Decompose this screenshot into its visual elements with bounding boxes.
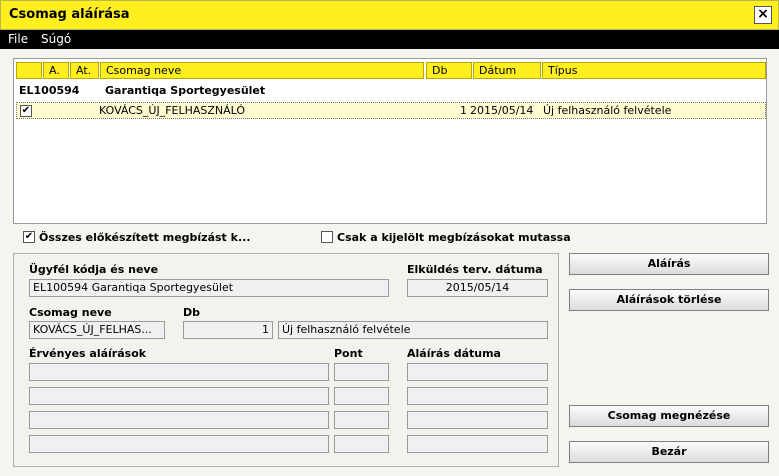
details-panel: Ügyfél kódja és neve EL100594 Garantiqa … <box>13 253 559 467</box>
sign-button[interactable]: Aláírás <box>569 253 769 275</box>
window-title: Csomag aláírása <box>9 7 130 22</box>
signature-field[interactable] <box>29 387 329 405</box>
only-selected-label: Csak a kijelölt megbízásokat mutassa <box>337 231 571 244</box>
row-type: Új felhasználó felvétele <box>543 104 672 117</box>
menu-file[interactable]: File <box>8 32 28 46</box>
signature-field[interactable] <box>29 411 329 429</box>
package-grid[interactable]: A. At. Csomag neve Db Dátum Típus EL1005… <box>13 58 767 224</box>
close-icon[interactable]: × <box>754 6 772 24</box>
send-date-field[interactable]: 2015/05/14 <box>407 279 548 297</box>
package-label: Csomag neve <box>29 306 112 319</box>
menu-bar: File Súgó <box>0 30 779 49</box>
point-label: Pont <box>334 347 363 360</box>
row-db: 1 <box>460 104 467 117</box>
all-prepared-checkbox[interactable]: ✔ <box>23 231 35 243</box>
type-field[interactable]: Új felhasználó felvétele <box>278 321 548 339</box>
signature-point-field[interactable] <box>334 435 389 453</box>
group-row[interactable]: EL100594 Garantiqa Sportegyesület <box>19 84 265 97</box>
row-checkbox[interactable]: ✔ <box>20 105 32 117</box>
row-package-name: KOVÁCS_ÚJ_FELHASZNÁLÓ <box>99 104 246 117</box>
column-header-db[interactable]: Db <box>426 62 472 79</box>
signature-field[interactable] <box>29 435 329 453</box>
column-header-package-name[interactable]: Csomag neve <box>100 62 424 79</box>
title-bar: Csomag aláírása × <box>0 0 779 30</box>
close-button[interactable]: Bezár <box>569 441 769 463</box>
signature-date-label: Aláírás dátuma <box>407 347 501 360</box>
row-date: 2015/05/14 <box>470 104 534 117</box>
valid-signatures-label: Érvényes aláírások <box>29 347 147 360</box>
send-date-label: Elküldés terv. dátuma <box>407 263 543 276</box>
signature-date-field[interactable] <box>407 363 548 381</box>
signature-date-field[interactable] <box>407 435 548 453</box>
db-label: Db <box>183 306 201 319</box>
column-header-select[interactable] <box>16 62 42 79</box>
signature-date-field[interactable] <box>407 387 548 405</box>
signature-date-field[interactable] <box>407 411 548 429</box>
package-field[interactable]: KOVÁCS_ÚJ_FELHAS... <box>29 321 165 339</box>
column-header-date[interactable]: Dátum <box>473 62 541 79</box>
table-row[interactable]: ✔ KOVÁCS_ÚJ_FELHASZNÁLÓ 1 2015/05/14 Új … <box>16 102 766 119</box>
column-header-at[interactable]: At. <box>70 62 99 79</box>
column-header-type[interactable]: Típus <box>542 62 766 79</box>
client-label: Ügyfél kódja és neve <box>29 263 159 276</box>
db-field[interactable]: 1 <box>183 321 273 339</box>
only-selected-checkbox[interactable] <box>321 231 333 243</box>
client-field[interactable]: EL100594 Garantiqa Sportegyesület <box>29 279 389 297</box>
group-code: EL100594 <box>19 84 80 97</box>
signature-point-field[interactable] <box>334 363 389 381</box>
group-name: Garantiqa Sportegyesület <box>105 84 266 97</box>
all-prepared-label: Összes előkészített megbízást k... <box>39 231 251 244</box>
signature-point-field[interactable] <box>334 387 389 405</box>
signature-field[interactable] <box>29 363 329 381</box>
delete-signatures-button[interactable]: Aláírások törlése <box>569 289 769 311</box>
signature-point-field[interactable] <box>334 411 389 429</box>
menu-help[interactable]: Súgó <box>41 32 71 46</box>
view-package-button[interactable]: Csomag megnézése <box>569 405 769 427</box>
column-header-a[interactable]: A. <box>43 62 69 79</box>
